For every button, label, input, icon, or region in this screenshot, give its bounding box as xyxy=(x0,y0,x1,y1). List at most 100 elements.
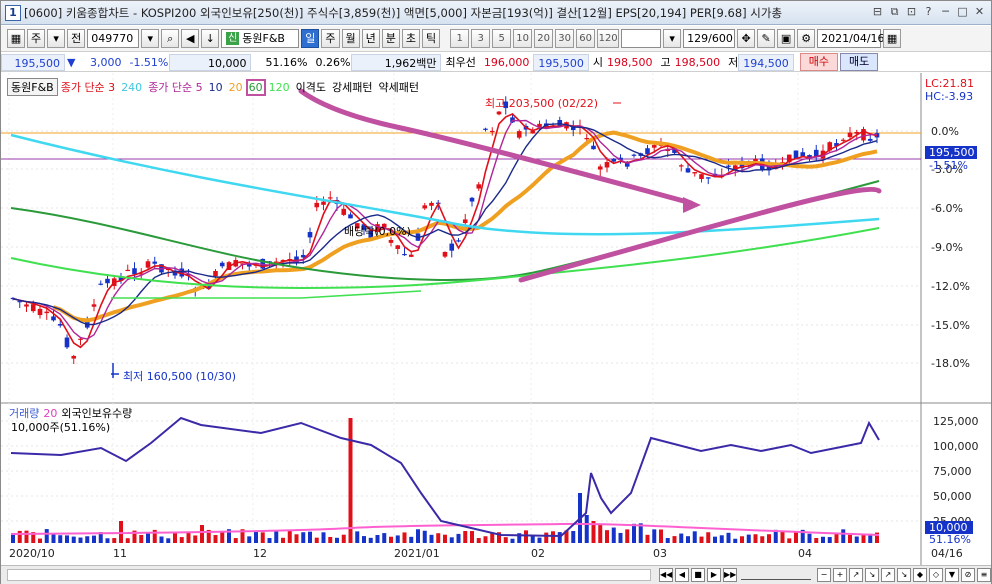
legend-disparity[interactable]: 이격도 xyxy=(293,79,329,95)
zoom-out-icon[interactable]: − xyxy=(817,568,831,582)
time-axis-label: 2020/10 xyxy=(9,547,55,560)
interval-5[interactable]: 5 xyxy=(492,29,512,48)
interval-60[interactable]: 60 xyxy=(576,29,596,48)
stop-icon[interactable]: ■ xyxy=(691,568,705,582)
period-day[interactable]: 일 xyxy=(301,29,320,48)
chevron-down-icon[interactable]: ▾ xyxy=(663,29,682,48)
period-month[interactable]: 월 xyxy=(341,29,360,48)
volume-bar xyxy=(200,525,204,543)
volume-bar xyxy=(814,537,819,543)
bottom-scroll-bar[interactable]: ◀◀ ◀ ■ ▶ ▶▶ − + ↗ ↘ ↗ ↘ ◆ ◇ ▼ ⊘ ≡ xyxy=(1,565,991,584)
draw-icon[interactable]: ✎ xyxy=(757,29,776,48)
volume-bar xyxy=(58,535,63,543)
tool-icon-6[interactable]: ◇ xyxy=(929,568,943,582)
legend-weak[interactable]: 약세패턴 xyxy=(376,79,422,95)
cascade-icon[interactable]: ⧉ xyxy=(887,5,902,20)
search-icon[interactable]: ⌕ xyxy=(161,29,180,48)
zoom-slider[interactable] xyxy=(741,570,811,580)
volume-bar xyxy=(186,531,191,543)
volume-bar xyxy=(557,532,562,543)
legend-ma60[interactable]: 60 xyxy=(245,78,266,96)
tool-icon-3[interactable]: ↗ xyxy=(881,568,895,582)
pin-icon[interactable]: ✥ xyxy=(737,29,756,48)
period-tick[interactable]: 틱 xyxy=(422,29,441,48)
sell-button[interactable]: 매도 xyxy=(839,53,879,71)
time-axis-label: 11 xyxy=(113,547,127,560)
volume-bar xyxy=(456,533,461,543)
period-year[interactable]: 년 xyxy=(361,29,380,48)
stock-code-input[interactable]: 049770 xyxy=(87,29,140,48)
candle-body xyxy=(429,202,434,206)
candle-body xyxy=(813,149,819,157)
period-week[interactable]: 주 xyxy=(321,29,340,48)
low-price: 194,500 xyxy=(738,53,794,71)
candle-body xyxy=(685,168,691,173)
interval-input[interactable] xyxy=(621,29,662,48)
high-price: 198,500 xyxy=(674,55,721,69)
tool-icon-9[interactable]: ≡ xyxy=(977,568,991,582)
interval-1[interactable]: 1 xyxy=(450,29,470,48)
time-axis-label: 03 xyxy=(653,547,667,560)
tool-icon-5[interactable]: ◆ xyxy=(913,568,927,582)
interval-3[interactable]: 3 xyxy=(471,29,491,48)
arrow-icon[interactable]: ↓ xyxy=(201,29,220,48)
interval-120[interactable]: 120 xyxy=(597,29,620,48)
save-icon[interactable]: ▣ xyxy=(777,29,796,48)
buy-button[interactable]: 매수 xyxy=(799,53,838,71)
legend-ma10[interactable]: 10 xyxy=(206,81,226,94)
count-field[interactable]: 129/600 xyxy=(683,29,736,48)
help-icon[interactable]: ? xyxy=(921,5,936,20)
date-input[interactable]: 2021/04/16 xyxy=(817,29,885,48)
next-icon[interactable]: ▶ xyxy=(707,568,721,582)
legend-ma240[interactable]: 240 xyxy=(118,81,145,94)
tool-icon-4[interactable]: ↘ xyxy=(897,568,911,582)
volume-bar xyxy=(348,418,353,543)
interval-10[interactable]: 10 xyxy=(513,29,533,48)
prev-icon[interactable]: ◀ xyxy=(675,568,689,582)
time-axis-label: 12 xyxy=(253,547,267,560)
chart-canvas[interactable]: 0.0%-3.0%-6.0%-9.0%-12.0%-15.0%-18.0%125… xyxy=(1,73,991,565)
minimize-icon[interactable]: ─ xyxy=(938,5,953,20)
legend-ma3[interactable]: 종가 단순 3 xyxy=(58,79,118,95)
chevron-down-icon[interactable]: ▾ xyxy=(47,29,66,48)
tool-icon-1[interactable]: ↗ xyxy=(849,568,863,582)
first-icon[interactable]: ◀◀ xyxy=(659,568,673,582)
type-select[interactable]: 주 xyxy=(27,29,46,48)
stock-name-field[interactable]: 신 동원F&B xyxy=(221,29,300,48)
speaker-icon[interactable]: ◀ xyxy=(181,29,200,48)
layout-icon[interactable]: ⊡ xyxy=(904,5,919,20)
candle-body xyxy=(611,158,617,162)
tile-icon[interactable]: ⊟ xyxy=(870,5,885,20)
volume-bar xyxy=(321,532,326,543)
stock-legend[interactable]: 동원F&B xyxy=(7,78,58,96)
volume-bar xyxy=(848,534,852,543)
period-second[interactable]: 초 xyxy=(401,29,420,48)
candle-body xyxy=(125,269,131,272)
calendar-icon[interactable]: ▦ xyxy=(883,29,902,48)
legend-strong[interactable]: 강세패턴 xyxy=(329,79,375,95)
interval-30[interactable]: 30 xyxy=(555,29,575,48)
period-minute[interactable]: 분 xyxy=(381,29,400,48)
tool-icon-8[interactable]: ⊘ xyxy=(961,568,975,582)
scroll-track[interactable] xyxy=(7,569,651,581)
close-icon[interactable]: ✕ xyxy=(972,5,987,20)
volume-bar xyxy=(416,529,420,543)
volume-unit: 10,000주(51.16%) xyxy=(11,421,111,434)
tool-icon-7[interactable]: ▼ xyxy=(945,568,959,582)
zoom-in-icon[interactable]: + xyxy=(833,568,847,582)
hc-label: HC:-3.93 xyxy=(925,90,973,103)
legend-volume-ma[interactable]: 20 xyxy=(41,407,59,420)
legend-ma20[interactable]: 20 xyxy=(226,81,246,94)
maximize-icon[interactable]: □ xyxy=(955,5,970,20)
candle-body xyxy=(462,219,468,224)
interval-20[interactable]: 20 xyxy=(534,29,554,48)
prev-button[interactable]: 전 xyxy=(67,29,86,48)
legend-ma5[interactable]: 종가 단순 5 xyxy=(145,79,205,95)
gear-icon[interactable]: ⚙ xyxy=(797,29,816,48)
last-icon[interactable]: ▶▶ xyxy=(723,568,737,582)
tool-icon-2[interactable]: ↘ xyxy=(865,568,879,582)
candle-body xyxy=(37,308,43,316)
dropdown-icon[interactable]: ▾ xyxy=(141,29,160,48)
legend-ma120[interactable]: 120 xyxy=(266,81,293,94)
grid-icon[interactable]: ▦ xyxy=(7,29,25,48)
